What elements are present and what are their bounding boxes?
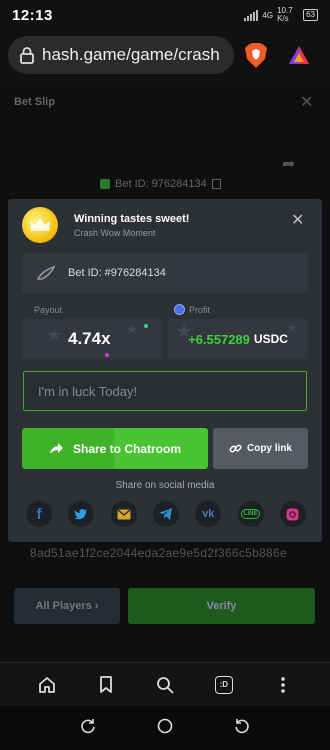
payout-value: 4.74x [68,329,111,348]
search-icon[interactable] [154,674,176,696]
social-share-row: f vk LINE [26,501,306,527]
payout-box: ★ ★ 4.74x [22,319,162,359]
network-type: 4G [262,10,274,20]
win-share-modal: Winning tastes sweet! Crash Wow Moment ✕… [8,199,322,542]
bet-id-row: Bet ID: 976284134 [100,178,221,190]
rewards-triangle-icon[interactable] [288,44,310,66]
instagram-icon[interactable] [279,501,306,527]
share-button-label: Share to Chatroom [72,441,181,456]
status-indicators: 4G 10.7 K/s 63 [244,7,318,23]
status-bar: 12:13 4G 10.7 K/s 63 [0,0,330,30]
profit-label-row: Profit [174,304,210,315]
status-time: 12:13 [12,6,53,24]
tabs-button[interactable]: :D [213,674,235,696]
home-icon[interactable] [36,674,58,696]
email-icon[interactable] [110,501,137,527]
modal-close-icon[interactable]: ✕ [291,213,304,229]
brave-shield-icon[interactable] [244,43,268,69]
bet-slip-title: Bet Slip [14,96,55,108]
usdc-coin-icon [174,304,185,315]
crown-icon [22,207,58,243]
twitter-icon[interactable] [68,501,95,527]
profit-box: ★ ★ +6.557289 USDC [168,319,308,359]
close-icon[interactable]: ✕ [300,92,313,112]
share-to-chatroom-button[interactable]: Share to Chatroom [22,428,208,469]
lock-icon [20,46,34,64]
facebook-icon[interactable]: f [26,501,52,527]
url-text: hash.game/game/crash [42,45,220,64]
star-decoration-icon: ★ [176,321,193,341]
bookmark-icon[interactable] [95,674,117,696]
star-decoration-icon: ★ [126,321,139,337]
dot-decoration-icon [144,324,148,328]
more-menu-icon[interactable] [272,674,294,696]
copy-link-label: Copy link [246,443,292,454]
home-circle-icon[interactable] [157,718,173,739]
address-bar[interactable]: hash.game/game/crash [8,36,234,74]
copy-icon[interactable] [211,179,221,189]
bet-id-box: Bet ID: #976284134 [22,253,308,293]
shield-check-icon [100,179,110,189]
modal-bet-id: Bet ID: #976284134 [68,267,166,279]
signal-icon [244,9,259,21]
share-arrow-icon[interactable]: ➦ [282,154,295,174]
network-speed: 10.7 K/s [277,6,293,23]
browser-address-area: hash.game/game/crash [0,30,330,82]
modal-title: Winning tastes sweet! [74,213,190,225]
server-seed-hash: 8ad51ae1f2ce2044eda2ae9e5d2f366c5b886e [30,546,287,560]
vk-icon[interactable]: vk [195,501,222,527]
recent-apps-icon[interactable] [80,718,96,739]
social-media-label: Share on social media [115,480,215,491]
tabs-count: :D [214,675,233,694]
browser-toolbar: :D [0,662,330,706]
profit-currency: USDC [253,332,288,346]
star-decoration-icon: ★ [286,320,299,336]
star-decoration-icon: ★ [46,325,63,345]
share-arrow-icon [49,443,63,454]
bet-id-text: Bet ID: 976284134 [115,178,207,190]
telegram-icon[interactable] [152,501,179,527]
line-icon[interactable]: LINE [237,501,264,527]
battery-icon: 63 [303,9,318,21]
system-nav-bar [0,706,330,750]
verify-button[interactable]: Verify [128,588,315,624]
dot-decoration-icon [105,353,109,357]
profit-label: Profit [189,304,211,315]
link-icon [229,444,242,453]
copy-link-button[interactable]: Copy link [213,428,308,469]
all-players-button[interactable]: All Players › [14,588,120,624]
share-message-input[interactable] [23,371,307,411]
rocket-icon [36,265,56,280]
modal-subtitle: Crash Wow Moment [74,228,156,238]
payout-label: Payout [34,305,63,315]
back-icon[interactable] [234,718,250,739]
profit-value: +6.557289 [188,331,250,347]
